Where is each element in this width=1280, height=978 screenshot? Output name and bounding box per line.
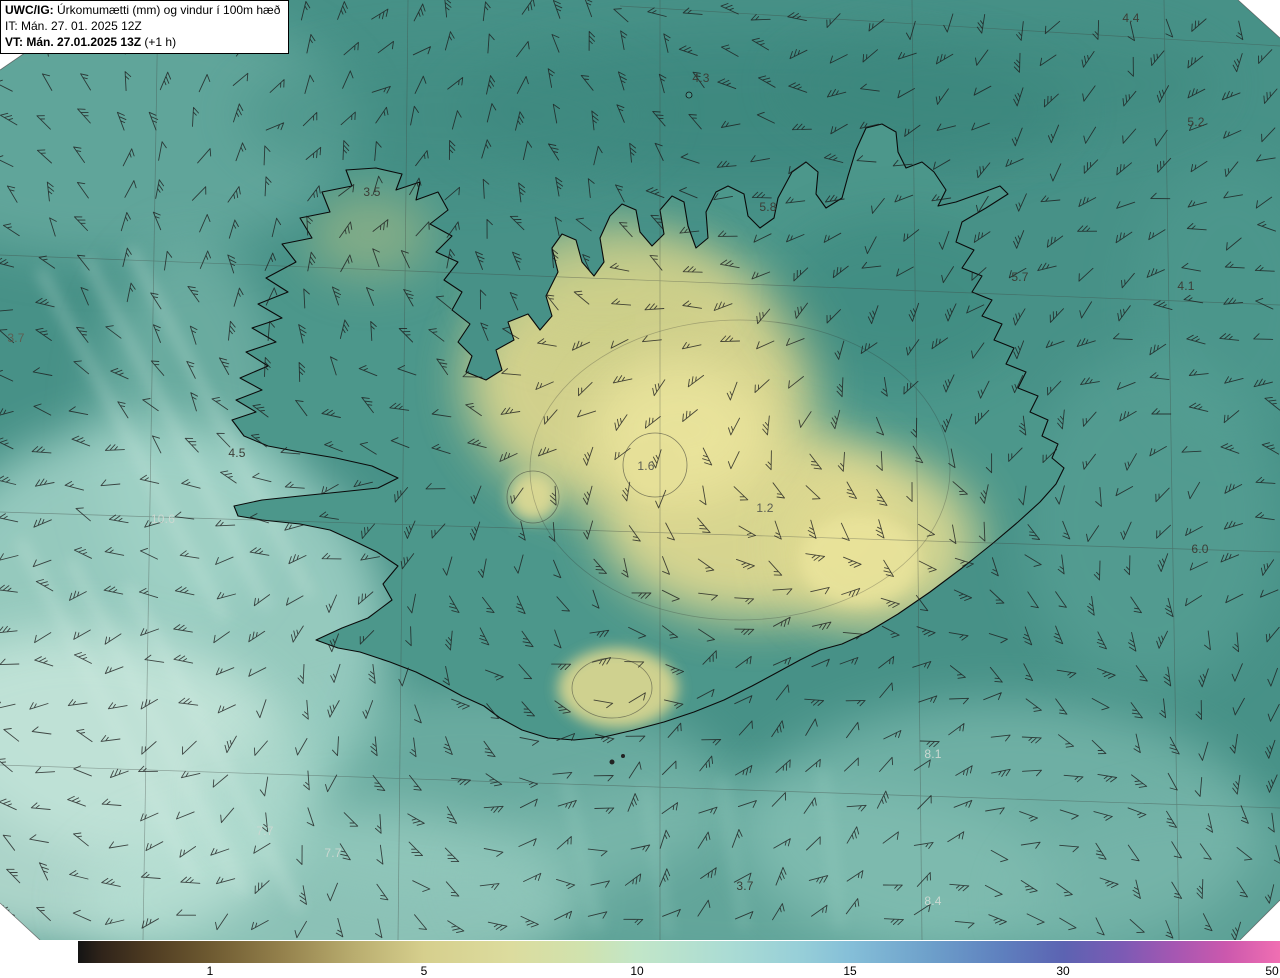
- valid-time: VT: Mán. 27.01.2025 13Z (+1 h): [5, 35, 280, 51]
- weather-map-page: 4.4 4.3 5.2 3.5 5.8 5.7 4.1 3.7 4.5 1.6 1.2 10.6 6.0…: [0, 0, 1280, 978]
- colorbar-tick-label: 10: [630, 964, 644, 978]
- weather-map-canvas: [0, 0, 1280, 940]
- colorbar-tick-label: 30: [1056, 964, 1070, 978]
- colorbar-gradient: [78, 941, 1280, 963]
- init-time: IT: Mán. 27. 01. 2025 12Z: [5, 18, 142, 33]
- colorbar-tick-label: 50: [1265, 964, 1279, 978]
- colorbar-tick-label: 15: [843, 964, 857, 978]
- model-label: UWC/IG:: [5, 3, 54, 17]
- map-title: UWC/IG: Úrkomumætti (mm) og vindur í 100…: [5, 3, 280, 19]
- map-legend-box: UWC/IG: Úrkomumætti (mm) og vindur í 100…: [0, 0, 290, 55]
- colorbar-tick-label: 1: [206, 964, 214, 978]
- colorbar-tick-label: 5: [420, 964, 428, 978]
- valid-time-rest: (+1 h): [141, 34, 177, 49]
- valid-time-bold: VT: Mán. 27.01.2025 13Z: [5, 34, 142, 49]
- colorbar: 1 5 10 15 30 50: [0, 940, 1280, 978]
- map-title-text: Úrkomumætti (mm) og vindur í 100m hæð: [53, 3, 281, 17]
